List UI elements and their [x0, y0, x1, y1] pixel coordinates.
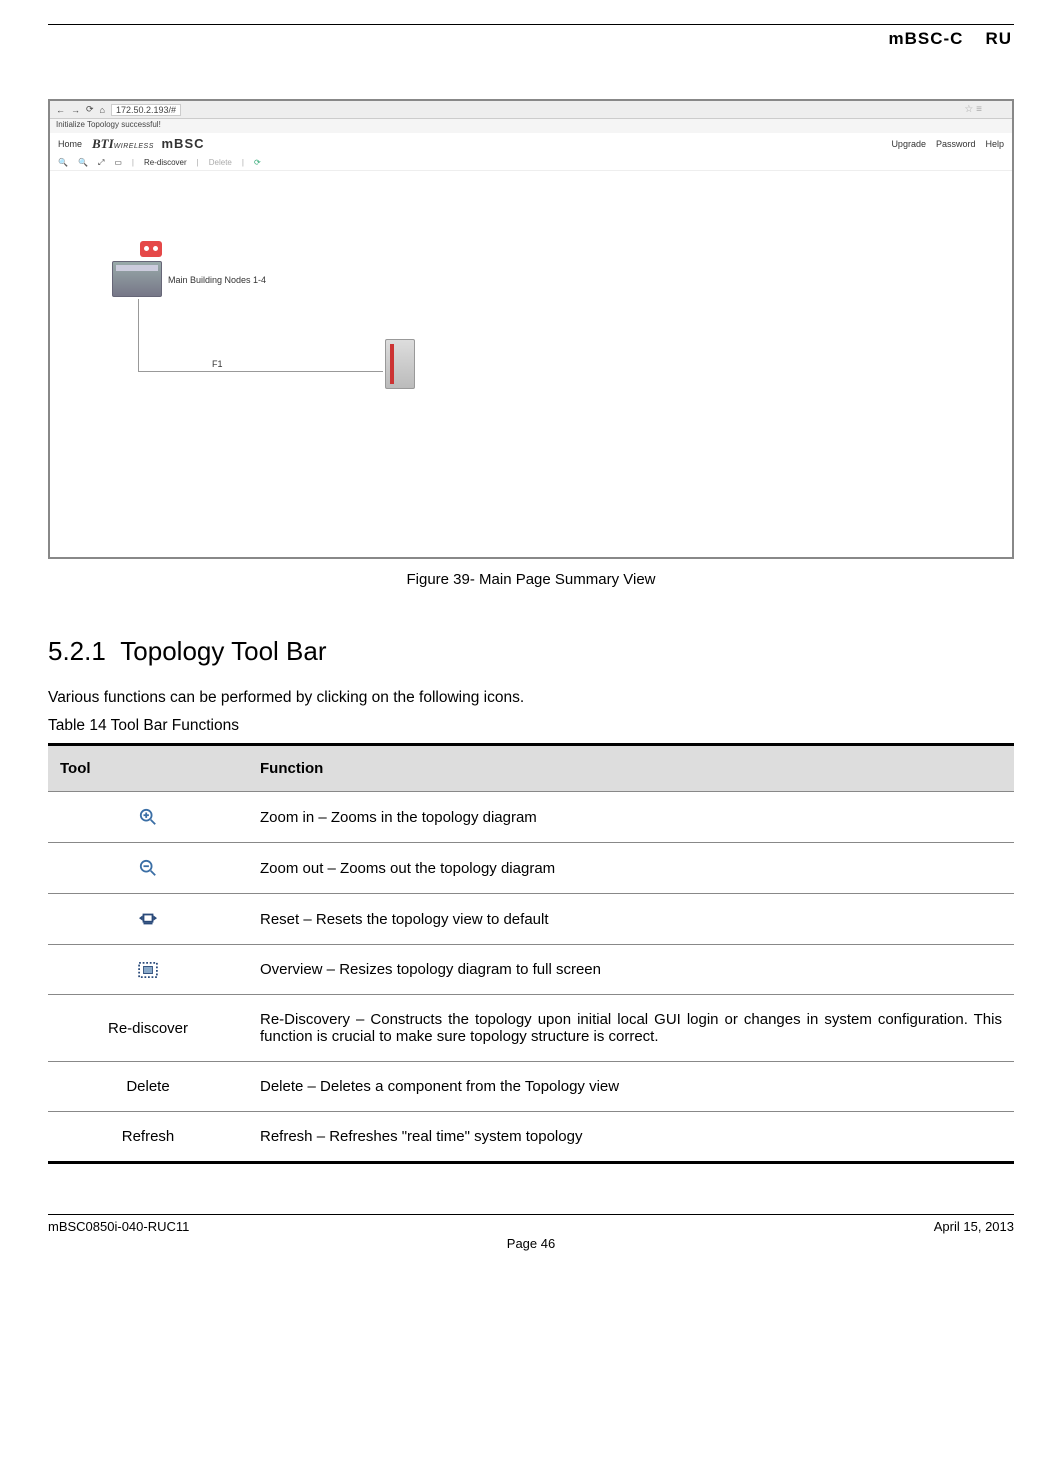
back-icon[interactable]: ← [56, 105, 65, 115]
section-number: 5.2.1 [48, 636, 106, 666]
tool-label: Refresh [48, 1112, 248, 1163]
running-header: mBSC-C RU [48, 29, 1014, 49]
table-head-function: Function [248, 745, 1014, 792]
menu-home[interactable]: Home [58, 139, 82, 149]
table-row: DeleteDelete – Deletes a component from … [48, 1062, 1014, 1112]
remote-device-icon[interactable] [385, 339, 415, 389]
page-footer: mBSC0850i-040-RUC11 April 15, 2013 [48, 1214, 1014, 1234]
brand-logo: BTIWIRELESS mBSC [92, 136, 205, 152]
zoom-out-icon [48, 843, 248, 894]
function-cell: Zoom in – Zooms in the topology diagram [248, 792, 1014, 843]
toolbar-zoom-in-icon[interactable]: 🔍 [58, 158, 68, 167]
table-row: Re-discoverRe-Discovery – Constructs the… [48, 995, 1014, 1062]
footer-page: Page 46 [48, 1236, 1014, 1251]
table-row: Reset – Resets the topology view to defa… [48, 894, 1014, 945]
function-cell: Refresh – Refreshes "real time" system t… [248, 1112, 1014, 1163]
host-device-label: Main Building Nodes 1-4 [168, 275, 266, 285]
toolbar-refresh-icon[interactable]: ⟳ [254, 158, 261, 167]
status-text: Initialize Topology successful! [56, 120, 161, 132]
function-cell: Zoom out – Zooms out the topology diagra… [248, 843, 1014, 894]
function-cell: Reset – Resets the topology view to defa… [248, 894, 1014, 945]
overview-icon [48, 945, 248, 995]
function-cell: Delete – Deletes a component from the To… [248, 1062, 1014, 1112]
table-row: Zoom in – Zooms in the topology diagram [48, 792, 1014, 843]
section-heading: 5.2.1 Topology Tool Bar [48, 636, 1014, 667]
reload-icon[interactable]: ⟳ [86, 104, 94, 115]
app-screenshot: ← → ⟳ ⌂ 172.50.2.193/# ☆ ≡ Initialize To… [48, 99, 1014, 559]
menu-password[interactable]: Password [936, 139, 976, 149]
function-cell: Re-Discovery – Constructs the topology u… [248, 995, 1014, 1062]
table-caption: Table 14 Tool Bar Functions [48, 717, 1014, 735]
toolbar-delete[interactable]: Delete [209, 158, 232, 167]
browser-navbar: ← → ⟳ ⌂ 172.50.2.193/# ☆ ≡ [50, 101, 1012, 119]
table-row: RefreshRefresh – Refreshes "real time" s… [48, 1112, 1014, 1163]
topology-link [138, 299, 139, 371]
document-page: mBSC-C RU ← → ⟳ ⌂ 172.50.2.193/# ☆ ≡ Ini… [0, 0, 1062, 1271]
body-paragraph: Various functions can be performed by cl… [48, 689, 1014, 707]
topology-link [138, 371, 383, 372]
reset-icon [48, 894, 248, 945]
header-unit: RU [985, 29, 1012, 49]
figure-caption: Figure 39- Main Page Summary View [48, 571, 1014, 588]
menu-upgrade[interactable]: Upgrade [891, 139, 926, 149]
tool-label: Delete [48, 1062, 248, 1112]
alarm-icon [140, 241, 162, 257]
toolbar-reset-icon[interactable]: ⤢ [98, 158, 104, 168]
topology-canvas[interactable]: Main Building Nodes 1-4 F1 [50, 171, 1012, 557]
app-top-menu: Home BTIWIRELESS mBSC Upgrade Password H… [50, 133, 1012, 155]
footer-left: mBSC0850i-040-RUC11 [48, 1219, 189, 1234]
app-toolbar: 🔍 🔍 ⤢ ▭ | Re-discover | Delete | ⟳ [50, 155, 1012, 171]
table-row: Zoom out – Zooms out the topology diagra… [48, 843, 1014, 894]
toolbar-overview-icon[interactable]: ▭ [114, 158, 122, 167]
header-rule [48, 24, 1014, 25]
zoom-in-icon [48, 792, 248, 843]
link-f1-label: F1 [212, 359, 223, 369]
section-title: Topology Tool Bar [120, 636, 326, 666]
header-product: mBSC-C [888, 29, 963, 49]
bookmark-icon[interactable]: ☆ ≡ [964, 104, 982, 115]
status-bar: Initialize Topology successful! [50, 119, 1012, 133]
tool-label: Re-discover [48, 995, 248, 1062]
footer-right: April 15, 2013 [934, 1219, 1014, 1234]
host-device-icon[interactable] [112, 261, 162, 297]
function-cell: Overview – Resizes topology diagram to f… [248, 945, 1014, 995]
table-row: Overview – Resizes topology diagram to f… [48, 945, 1014, 995]
menu-help[interactable]: Help [985, 139, 1004, 149]
address-bar[interactable]: 172.50.2.193/# [111, 104, 181, 116]
forward-icon[interactable]: → [71, 105, 80, 115]
toolbar-zoom-out-icon[interactable]: 🔍 [78, 158, 88, 167]
toolbar-functions-table: Tool Function Zoom in – Zooms in the top… [48, 743, 1014, 1164]
toolbar-rediscover[interactable]: Re-discover [144, 158, 187, 167]
home-icon[interactable]: ⌂ [100, 105, 105, 115]
table-head-tool: Tool [48, 745, 248, 792]
